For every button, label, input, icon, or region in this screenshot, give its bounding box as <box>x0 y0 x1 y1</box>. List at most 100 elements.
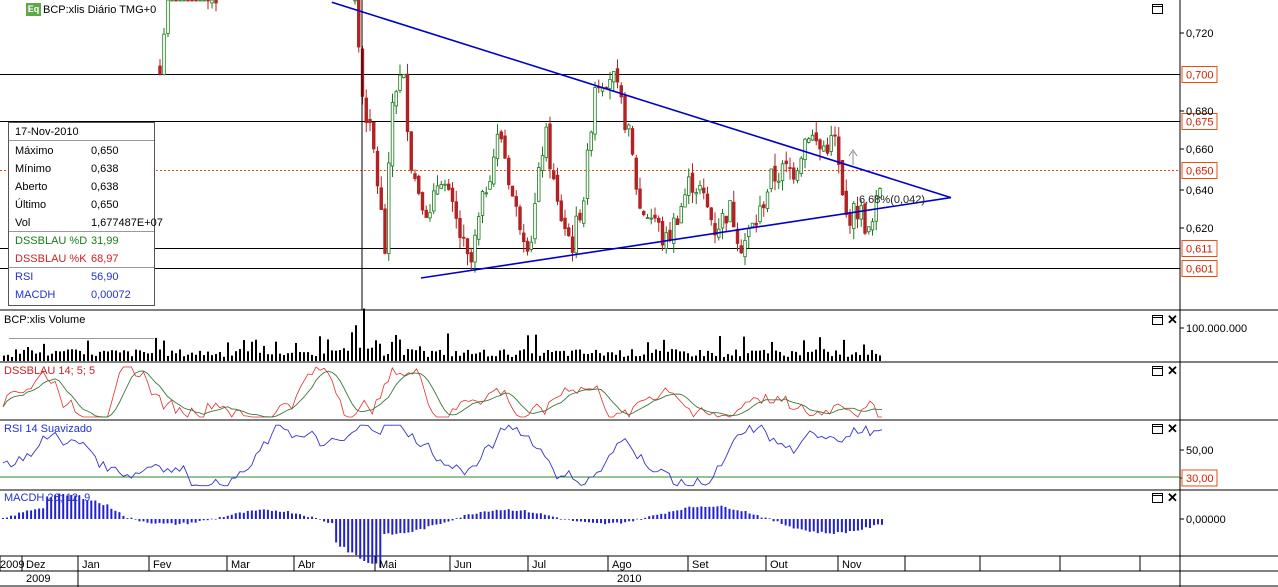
macd-bar <box>523 510 526 519</box>
close-pane-icon[interactable]: ✕ <box>1167 364 1178 377</box>
y-tick-label: 0,640 <box>1186 185 1214 197</box>
candle-body <box>390 102 395 167</box>
macd-pane-title[interactable]: MACDH 26; 12; 9 <box>4 492 90 504</box>
macd-bar <box>776 519 779 522</box>
candle-body <box>859 205 863 220</box>
volume-bar <box>615 354 617 361</box>
volume-bar <box>519 350 521 361</box>
candle-body <box>728 200 732 223</box>
volume-bar <box>739 356 741 361</box>
close-pane-icon[interactable]: ✕ <box>1167 313 1178 326</box>
candle-body <box>619 85 623 98</box>
candle-body <box>807 138 811 143</box>
hud-value: 0,638 <box>91 181 119 193</box>
macd-bar <box>588 519 590 523</box>
volume-bar <box>811 351 813 361</box>
macd-bar <box>282 511 285 519</box>
macd-bar <box>676 510 679 519</box>
macd-tick-label: 0,00000 <box>1186 514 1226 526</box>
macd-bar <box>166 519 169 524</box>
volume-bar <box>247 351 249 361</box>
maximize-pane-button[interactable] <box>1152 493 1163 503</box>
macd-bar <box>840 519 843 533</box>
candle-body <box>668 229 672 241</box>
candle-body <box>657 217 661 223</box>
candle-body <box>477 216 481 240</box>
maximize-pane-button[interactable] <box>1152 366 1163 376</box>
macd-bar <box>567 519 570 520</box>
candle-body <box>503 135 507 159</box>
macd-bar <box>355 519 358 556</box>
volume-bar <box>415 350 417 361</box>
volume-bar <box>215 354 217 361</box>
volume-bar <box>743 336 745 361</box>
macd-bar <box>459 517 462 519</box>
macd-bar <box>266 509 269 519</box>
candle-body <box>462 236 466 239</box>
volume-bar <box>543 352 545 361</box>
macd-bar <box>102 505 105 519</box>
candle-body <box>398 74 402 91</box>
volume-bar <box>719 336 721 361</box>
candle-body <box>458 218 462 239</box>
close-pane-icon[interactable]: ✕ <box>1167 491 1178 504</box>
volume-bar <box>31 350 33 361</box>
macd-bar <box>479 511 482 519</box>
macd-bar <box>820 519 823 532</box>
volume-bar <box>163 340 165 361</box>
macd-bar <box>864 519 867 528</box>
macd-bar <box>335 519 338 543</box>
macd-bar <box>559 519 562 520</box>
volume-bar <box>571 350 573 361</box>
hud-label: Vol <box>15 217 31 229</box>
candle-body <box>170 0 174 2</box>
month-label: Jul <box>532 559 546 571</box>
macd-bar <box>692 507 695 519</box>
maximize-pane-button[interactable] <box>1152 424 1163 434</box>
volume-bar <box>115 350 117 361</box>
volume-bar <box>147 353 149 361</box>
candle-body <box>829 135 833 152</box>
macd-bar <box>612 519 615 523</box>
macd-bar <box>608 519 611 524</box>
volume-bar <box>299 351 301 361</box>
volume-bar <box>499 350 501 361</box>
volume-bar <box>643 354 645 361</box>
macd-bar <box>780 519 783 524</box>
volume-bar <box>99 351 101 361</box>
hud-divider <box>9 338 154 339</box>
macd-bar <box>411 519 414 532</box>
candle-body <box>593 87 597 135</box>
volume-bar <box>351 332 353 361</box>
volume-bar <box>39 352 41 361</box>
macd-bar <box>419 519 422 530</box>
macd-bar <box>832 519 835 534</box>
candle-body <box>574 215 578 254</box>
rsi-pane-title[interactable]: RSI 14 Suavizado <box>4 423 92 435</box>
dss-pane-title[interactable]: DSSBLAU 14; 5; 5 <box>4 365 95 377</box>
volume-bar <box>199 350 201 361</box>
macd-bar <box>672 511 675 519</box>
candle-body <box>777 180 781 183</box>
volume-bar <box>619 350 621 361</box>
volume-bar <box>307 352 309 361</box>
macd-bar <box>604 519 607 525</box>
volume-bar <box>451 356 453 361</box>
volume-bar <box>395 335 397 361</box>
volume-bar <box>699 349 701 361</box>
volume-bar <box>411 349 413 361</box>
macd-bar <box>343 519 346 547</box>
maximize-pane-button[interactable] <box>1152 315 1163 325</box>
candle-body <box>705 193 710 208</box>
candle-body <box>589 131 593 151</box>
volume-bar <box>271 354 273 361</box>
maximize-pane-button[interactable] <box>1152 4 1163 14</box>
macd-bar <box>700 506 703 519</box>
price-level-label: 0,601 <box>1186 264 1214 276</box>
volume-bar <box>423 350 425 361</box>
macd-bar <box>2 517 4 519</box>
eq-badge[interactable]: Eq <box>26 3 41 16</box>
volume-bar <box>575 349 577 361</box>
close-pane-icon[interactable]: ✕ <box>1167 422 1178 435</box>
macd-bar <box>206 519 209 521</box>
